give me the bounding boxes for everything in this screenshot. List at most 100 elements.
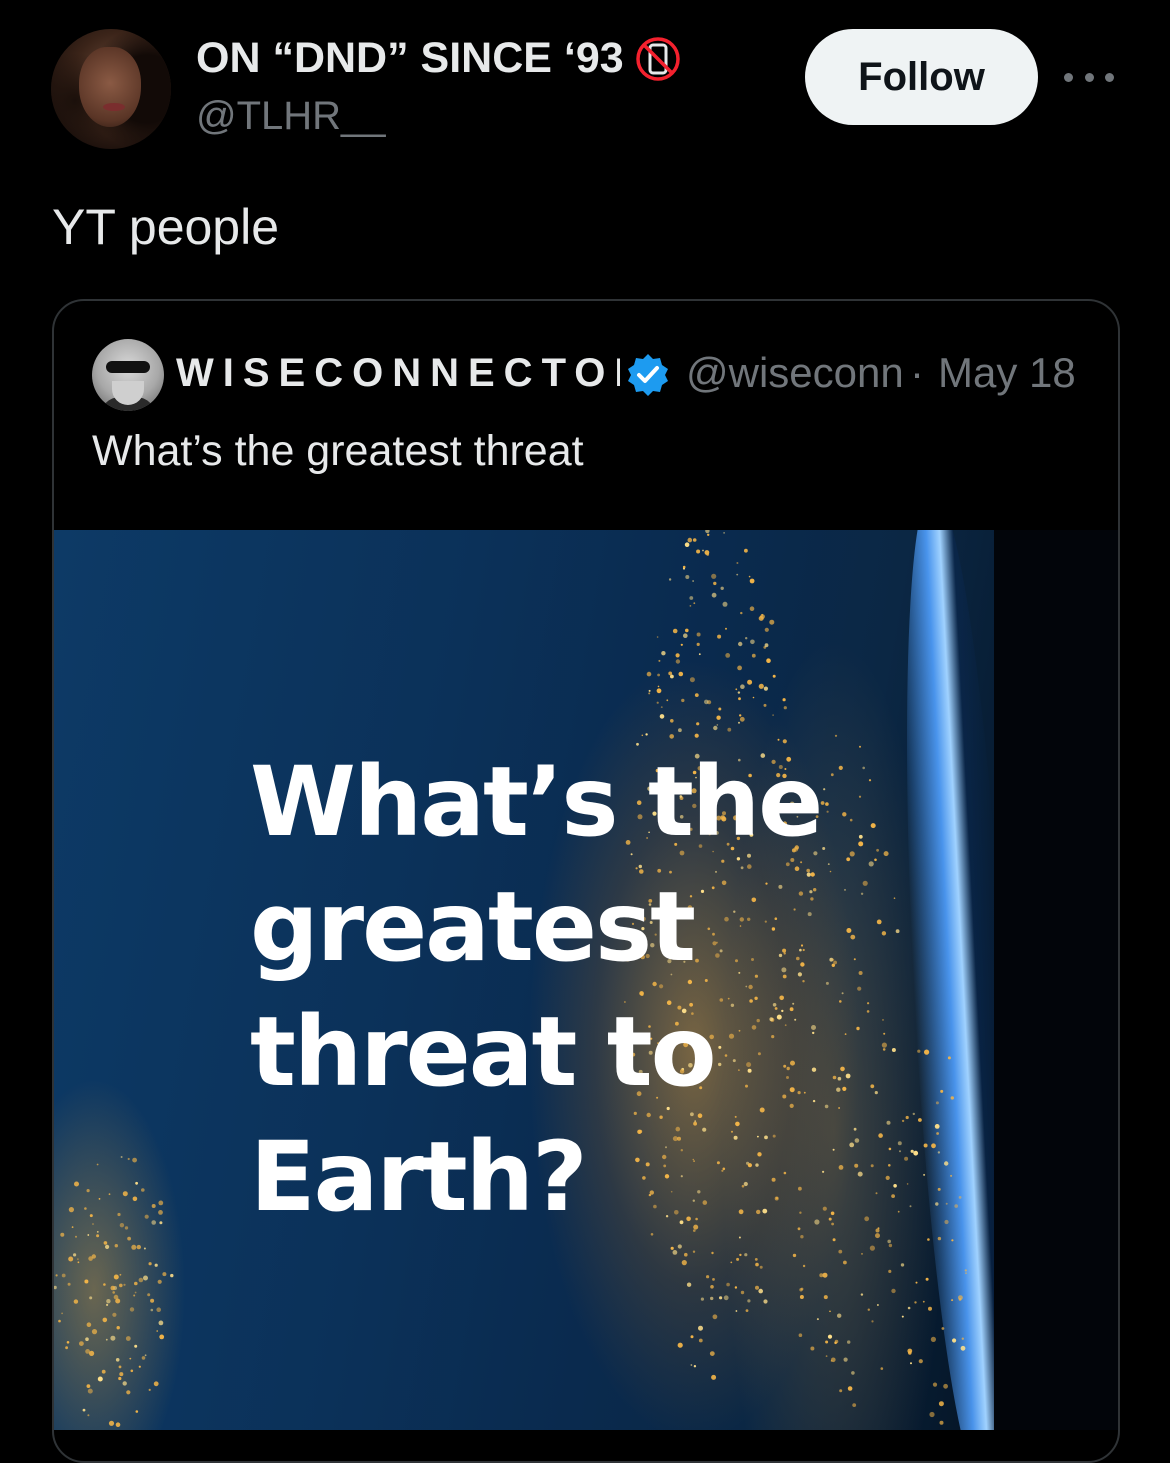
city-light <box>825 1355 828 1357</box>
city-light <box>735 688 738 691</box>
city-light <box>876 1304 879 1306</box>
city-light <box>851 1371 855 1375</box>
city-light <box>755 1285 759 1290</box>
city-light <box>711 1374 717 1380</box>
city-light <box>763 686 769 691</box>
city-light <box>114 1244 118 1248</box>
city-light <box>666 699 669 702</box>
city-light <box>758 1288 763 1294</box>
city-light <box>749 578 755 584</box>
city-light <box>61 1312 63 1315</box>
city-light <box>684 1252 688 1257</box>
city-light <box>84 1207 87 1210</box>
city-light <box>725 653 731 658</box>
city-light <box>159 1334 165 1340</box>
author-display-name-text[interactable]: ON “DND” SINCE ‘93 <box>196 34 624 83</box>
city-light <box>148 1262 152 1266</box>
city-light <box>952 1338 957 1343</box>
city-light <box>126 1390 131 1395</box>
city-light <box>127 1157 130 1161</box>
city-light <box>158 1200 164 1206</box>
city-light <box>61 1273 66 1278</box>
city-light <box>696 642 700 646</box>
city-light <box>922 1300 925 1303</box>
city-light <box>716 724 719 726</box>
city-light <box>750 639 755 645</box>
quoted-tweet-date[interactable]: May 18 <box>938 349 1076 397</box>
more-horizontal-icon[interactable] <box>1064 62 1114 92</box>
city-light <box>77 1261 80 1264</box>
quoted-author-display-name[interactable]: WISECONNECTOR <box>176 351 620 396</box>
city-light <box>711 592 717 598</box>
avatar-glasses <box>106 361 150 373</box>
city-light <box>706 553 710 556</box>
city-light <box>704 699 709 705</box>
city-light <box>745 637 748 640</box>
city-light <box>951 1239 954 1242</box>
city-light <box>861 1253 863 1255</box>
city-light <box>822 1272 828 1278</box>
city-light <box>115 1358 120 1362</box>
city-light <box>132 1157 137 1163</box>
city-light <box>66 1341 70 1344</box>
city-light <box>134 1281 138 1286</box>
city-light <box>888 1269 892 1273</box>
city-light <box>148 1388 151 1391</box>
headline-line: threat to <box>250 996 717 1108</box>
city-light <box>112 1312 117 1317</box>
city-light <box>914 1301 917 1304</box>
city-light <box>719 1296 723 1300</box>
city-light <box>54 1285 57 1290</box>
city-light <box>158 1320 164 1326</box>
city-light <box>837 1313 842 1318</box>
quoted-author-handle[interactable]: @wiseconnect <box>686 349 904 397</box>
city-light <box>685 628 689 633</box>
quoted-tweet-card[interactable]: WISECONNECTOR @wiseconnect · May 18 What… <box>52 299 1120 1463</box>
city-light <box>135 1181 138 1185</box>
city-light <box>129 1357 132 1360</box>
author-handle[interactable]: @TLHR__ <box>196 94 386 139</box>
city-light <box>692 1250 696 1253</box>
city-light <box>710 1296 714 1301</box>
city-light <box>58 1319 61 1323</box>
author-display-name[interactable]: ON “DND” SINCE ‘93 <box>196 34 682 83</box>
city-light <box>698 653 701 656</box>
follow-button[interactable]: Follow <box>805 29 1038 125</box>
city-light <box>656 688 662 694</box>
city-light <box>709 1351 715 1356</box>
no-phone-icon <box>635 36 680 81</box>
city-light <box>782 698 786 702</box>
city-light <box>690 1364 693 1366</box>
city-light <box>847 1340 851 1344</box>
city-light <box>887 1239 891 1244</box>
city-light <box>103 1241 108 1245</box>
author-avatar[interactable] <box>51 29 171 149</box>
city-light <box>737 691 741 694</box>
city-light <box>758 683 764 689</box>
city-light <box>65 1346 68 1350</box>
quoted-tweet-image[interactable]: What’s the greatest threat to Earth? <box>54 530 1118 1430</box>
headline-line: Earth? <box>250 1121 588 1233</box>
city-light <box>60 1232 65 1237</box>
city-light <box>763 1299 768 1304</box>
city-light <box>668 671 673 676</box>
city-light <box>657 685 660 688</box>
quoted-author-avatar[interactable] <box>92 339 164 411</box>
tweet-header: ON “DND” SINCE ‘93 @TLHR__ Follow <box>0 0 1170 170</box>
city-light <box>908 1351 912 1355</box>
image-headline: What’s the greatest threat to Earth? <box>250 740 950 1240</box>
city-light <box>86 1189 90 1193</box>
city-light <box>938 1401 944 1407</box>
city-light <box>736 562 739 564</box>
city-light <box>722 601 728 607</box>
city-light <box>831 1357 836 1363</box>
city-light <box>734 1286 738 1289</box>
city-light <box>763 703 767 707</box>
city-light <box>143 1275 148 1281</box>
city-light <box>96 1234 100 1238</box>
city-light <box>108 1420 115 1426</box>
city-light <box>86 1322 92 1327</box>
city-light <box>827 1334 833 1339</box>
city-light <box>670 1246 674 1250</box>
city-light <box>891 1288 896 1294</box>
